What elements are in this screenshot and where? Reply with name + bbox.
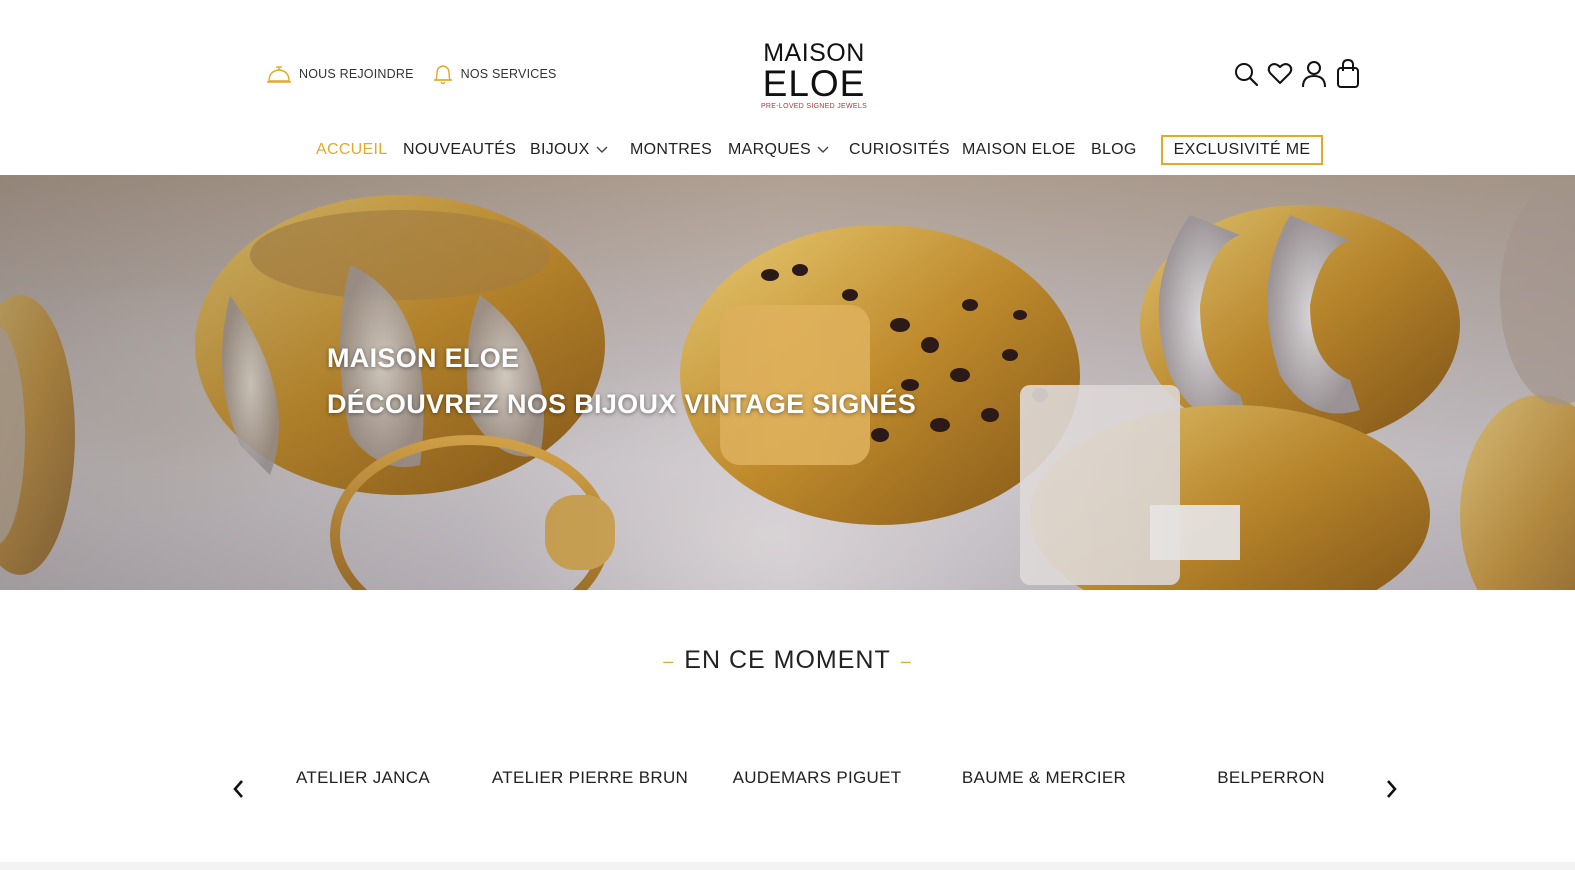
main-navigation: ACCUEIL NOUVEAUTÉS BIJOUX MONTRES MARQUE… bbox=[0, 134, 1575, 166]
title-dash-right: – bbox=[900, 650, 912, 671]
maison-eloe-logo[interactable]: MAISON ELOE PRE-LOVED SIGNED JEWELS bbox=[758, 40, 870, 112]
bottom-band bbox=[0, 862, 1575, 870]
heart-icon[interactable] bbox=[1267, 58, 1293, 90]
chevron-left-icon[interactable] bbox=[226, 775, 250, 803]
brand-item[interactable]: AUDEMARS PIGUET bbox=[707, 768, 927, 788]
nav-curiosites[interactable]: CURIOSITÉS bbox=[849, 134, 950, 166]
nav-blog[interactable]: BLOG bbox=[1091, 134, 1137, 166]
nav-marques-label: MARQUES bbox=[728, 141, 811, 158]
search-icon[interactable] bbox=[1233, 58, 1259, 90]
nav-maison-eloe-label: MAISON ELOE bbox=[962, 141, 1076, 158]
nav-marques[interactable]: MARQUES bbox=[728, 134, 829, 166]
header-actions bbox=[1233, 58, 1361, 90]
logo-tagline: PRE-LOVED SIGNED JEWELS bbox=[760, 103, 868, 110]
nav-exclusivite-button[interactable]: EXCLUSIVITÉ ME bbox=[1161, 135, 1323, 165]
site-header: NOUS REJOINDRE NOS SERVICES MAISON ELOE … bbox=[0, 0, 1575, 175]
hero-banner[interactable]: MAISON ELOE DÉCOUVREZ NOS BIJOUX VINTAGE… bbox=[0, 175, 1575, 590]
services-label: NOS SERVICES bbox=[460, 67, 557, 81]
join-us-label: NOUS REJOINDRE bbox=[299, 67, 414, 81]
user-icon[interactable] bbox=[1301, 58, 1327, 90]
nav-curiosites-label: CURIOSITÉS bbox=[849, 141, 950, 158]
chevron-down-icon bbox=[817, 141, 829, 159]
title-dash-left: – bbox=[663, 650, 675, 671]
brand-item[interactable]: BELPERRON bbox=[1161, 768, 1381, 788]
hero-overlay bbox=[0, 175, 1575, 590]
nav-exclusivite-label: EXCLUSIVITÉ ME bbox=[1173, 141, 1311, 158]
chevron-right-icon[interactable] bbox=[1380, 775, 1404, 803]
nav-accueil[interactable]: ACCUEIL bbox=[316, 134, 387, 166]
nav-montres[interactable]: MONTRES bbox=[630, 134, 712, 166]
brand-item[interactable]: BAUME & MERCIER bbox=[934, 768, 1154, 788]
nav-blog-label: BLOG bbox=[1091, 141, 1137, 158]
nav-maison-eloe[interactable]: MAISON ELOE bbox=[962, 134, 1076, 166]
brand-item[interactable]: ATELIER PIERRE BRUN bbox=[480, 768, 700, 788]
hero-subtitle: DÉCOUVREZ NOS BIJOUX VINTAGE SIGNÉS bbox=[327, 389, 917, 419]
services-link[interactable]: NOS SERVICES bbox=[432, 62, 557, 86]
service-bell-icon bbox=[266, 62, 292, 86]
section-title: – EN CE MOMENT – bbox=[0, 646, 1575, 675]
nav-nouveautes[interactable]: NOUVEAUTÉS bbox=[403, 134, 516, 166]
utility-links: NOUS REJOINDRE NOS SERVICES bbox=[266, 62, 557, 86]
nav-accueil-label: ACCUEIL bbox=[316, 141, 388, 158]
nav-bijoux[interactable]: BIJOUX bbox=[530, 134, 608, 166]
section-title-label: EN CE MOMENT bbox=[684, 646, 891, 674]
logo-line2: ELOE bbox=[762, 63, 866, 104]
nav-bijoux-label: BIJOUX bbox=[530, 141, 590, 158]
join-us-link[interactable]: NOUS REJOINDRE bbox=[266, 62, 414, 86]
chevron-down-icon bbox=[596, 141, 608, 159]
brand-item[interactable]: ATELIER JANCA bbox=[253, 768, 473, 788]
nav-montres-label: MONTRES bbox=[630, 141, 713, 158]
nav-nouveautes-label: NOUVEAUTÉS bbox=[403, 141, 517, 158]
hero-title: MAISON ELOE bbox=[327, 343, 520, 373]
shopping-bag-icon[interactable] bbox=[1335, 58, 1361, 90]
bell-icon bbox=[432, 62, 454, 86]
